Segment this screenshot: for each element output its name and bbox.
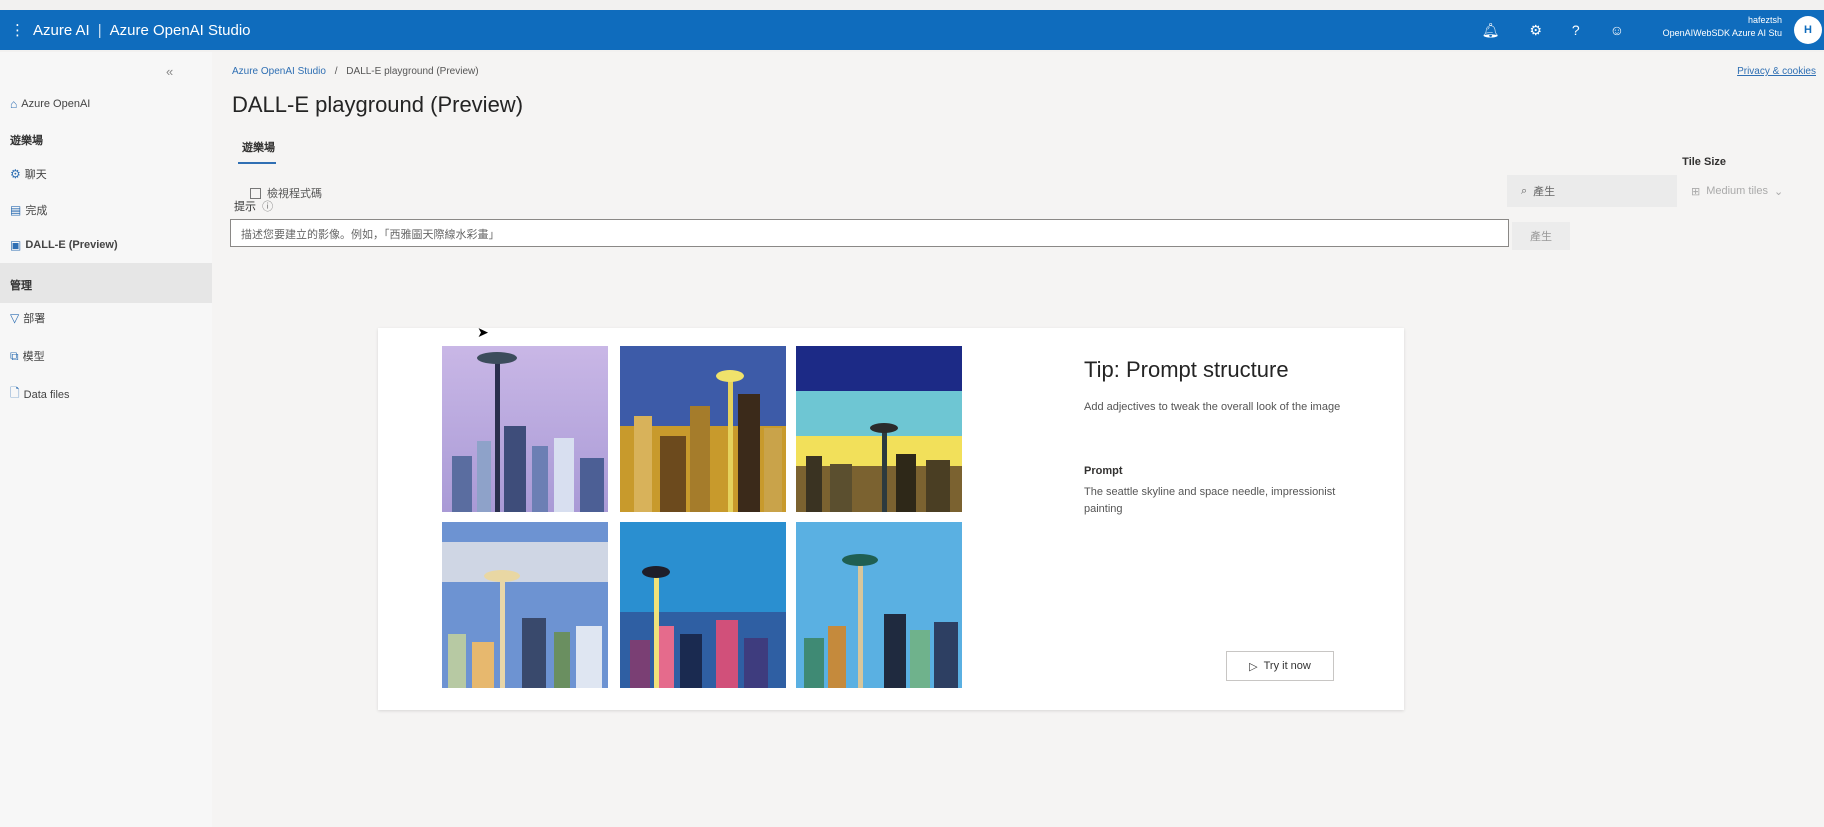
sidebar-item-completions[interactable]: ▤ 完成 — [10, 202, 47, 218]
sidebar-item-label: Azure OpenAI — [21, 98, 91, 110]
sidebar-item-label: 完成 — [25, 205, 48, 217]
sidebar-item-label: Data files — [23, 388, 70, 401]
prompt-label-row: 提示 ⓘ — [234, 198, 273, 214]
submit-button[interactable]: 產生 — [1512, 222, 1570, 250]
breadcrumb-separator: / — [334, 66, 338, 77]
sidebar-section-playground: 遊樂場 — [10, 135, 43, 147]
generate-label: 產生 — [1533, 186, 1556, 198]
chevron-down-icon: ⌄ — [1773, 185, 1784, 198]
tip-card: Tip: Prompt structure Add adjectives to … — [378, 328, 1404, 710]
deploy-icon: ▽ — [10, 311, 20, 325]
checkbox-icon[interactable] — [250, 187, 261, 199]
breadcrumb: Azure OpenAI Studio / DALL-E playground … — [232, 66, 479, 77]
collapse-icon[interactable]: « — [166, 64, 173, 79]
sample-image-5 — [620, 522, 786, 688]
sidebar-item-models[interactable]: ⧉ 模型 — [10, 348, 45, 364]
prompt-label: 提示 — [234, 201, 256, 213]
top-bar-inner: ⋮ Azure AI | Azure OpenAI Studio 🔔︎ ⚙ ? … — [0, 10, 1824, 50]
grid-icon: ⊞ — [1691, 185, 1701, 198]
tab-underline — [238, 162, 276, 164]
search-icon: ⌕ — [1521, 184, 1528, 197]
tip-prompt-heading: Prompt — [1084, 465, 1123, 477]
tile-size-label: Tile Size — [1682, 156, 1726, 168]
sample-image-1 — [442, 346, 608, 512]
sidebar-item-azure-openai[interactable]: ⌂ Azure OpenAI — [10, 97, 90, 111]
mouse-cursor-icon: ➤ — [477, 324, 489, 340]
chat-icon: ⚙ — [10, 167, 21, 181]
generate-button[interactable]: ⌕ 產生 — [1507, 175, 1677, 207]
sidebar-section-manage: 管理 — [10, 280, 32, 292]
user-name: hafeztsh — [1747, 15, 1782, 25]
sidebar-item-label: 聊天 — [24, 169, 47, 181]
brand-openai-studio[interactable]: Azure OpenAI Studio — [110, 22, 251, 39]
sidebar-item-chat[interactable]: ⚙ 聊天 — [10, 166, 47, 182]
sidebar-item-data-files[interactable]: 🗋︎ Data files — [10, 384, 70, 405]
page-title: DALL-E playground (Preview) — [232, 92, 524, 117]
sample-image-6 — [796, 522, 962, 688]
sample-image-3 — [796, 346, 962, 512]
gear-icon[interactable]: ⚙ — [1529, 22, 1542, 39]
play-icon: ▷ — [1249, 660, 1258, 673]
sidebar-item-label: DALL-E (Preview) — [25, 239, 118, 251]
try-it-now-label: Try it now — [1263, 660, 1311, 672]
top-icons: 🔔︎ ⚙ ? ☺ — [1482, 10, 1624, 50]
try-it-now-button[interactable]: ▷ Try it now — [1226, 651, 1334, 681]
sidebar-item-label: 模型 — [22, 351, 45, 363]
tip-title: Tip: Prompt structure — [1084, 357, 1289, 382]
tile-size-value: Medium tiles — [1706, 185, 1768, 197]
view-code-label: 檢視程式碼 — [267, 188, 322, 200]
sample-image-4 — [442, 522, 608, 688]
info-icon[interactable]: ⓘ — [262, 201, 273, 213]
completions-icon: ▤ — [10, 203, 22, 217]
sidebar-item-label: 部署 — [23, 313, 46, 325]
feedback-icon[interactable]: ☺ — [1610, 22, 1624, 38]
home-icon: ⌂ — [10, 97, 18, 111]
tip-description: Add adjectives to tweak the overall look… — [1084, 401, 1341, 413]
breadcrumb-root[interactable]: Azure OpenAI Studio — [232, 66, 326, 77]
prompt-input[interactable]: 描述您要建立的影像。例如，「西雅圖天際線水彩畫」 — [230, 219, 1509, 247]
model-icon: ⧉ — [10, 348, 19, 363]
brand-separator: | — [97, 21, 102, 39]
avatar[interactable]: H — [1794, 16, 1822, 44]
breadcrumb-current: DALL-E playground (Preview) — [346, 66, 479, 77]
tip-prompt-text: The seattle skyline and space needle, im… — [1084, 486, 1336, 515]
waffle-icon[interactable]: ⋮ — [10, 21, 25, 39]
sidebar-item-deployments[interactable]: ▽ 部署 — [10, 310, 45, 326]
brand-azure-ai[interactable]: Azure AI — [33, 22, 90, 39]
tab-playground[interactable]: 遊樂場 — [242, 139, 275, 155]
sample-image-2 — [620, 346, 786, 512]
user-block[interactable]: hafeztsh OpenAIWebSDK Azure AI Stu — [1663, 14, 1782, 40]
user-subscription: OpenAIWebSDK Azure AI Stu — [1662, 28, 1782, 38]
file-icon: 🗋︎ — [10, 386, 20, 400]
brand[interactable]: ⋮ Azure AI | Azure OpenAI Studio — [10, 21, 251, 40]
main-content: Azure OpenAI Studio / DALL-E playground … — [212, 52, 1824, 827]
tile-size-select[interactable]: ⊞ Medium tiles ⌄ — [1687, 175, 1819, 207]
top-bar: ⋮ Azure AI | Azure OpenAI Studio 🔔︎ ⚙ ? … — [0, 0, 1824, 52]
help-icon[interactable]: ? — [1572, 22, 1580, 38]
sidebar: « ⌂ Azure OpenAI 遊樂場 ⚙ 聊天 ▤ 完成 ▣ DALL-E … — [0, 52, 212, 827]
privacy-link[interactable]: Privacy & cookies — [1737, 66, 1816, 77]
sidebar-item-dalle[interactable]: ▣ DALL-E (Preview) — [10, 238, 118, 252]
image-icon: ▣ — [10, 238, 22, 252]
bell-icon[interactable]: 🔔︎ — [1482, 22, 1500, 39]
